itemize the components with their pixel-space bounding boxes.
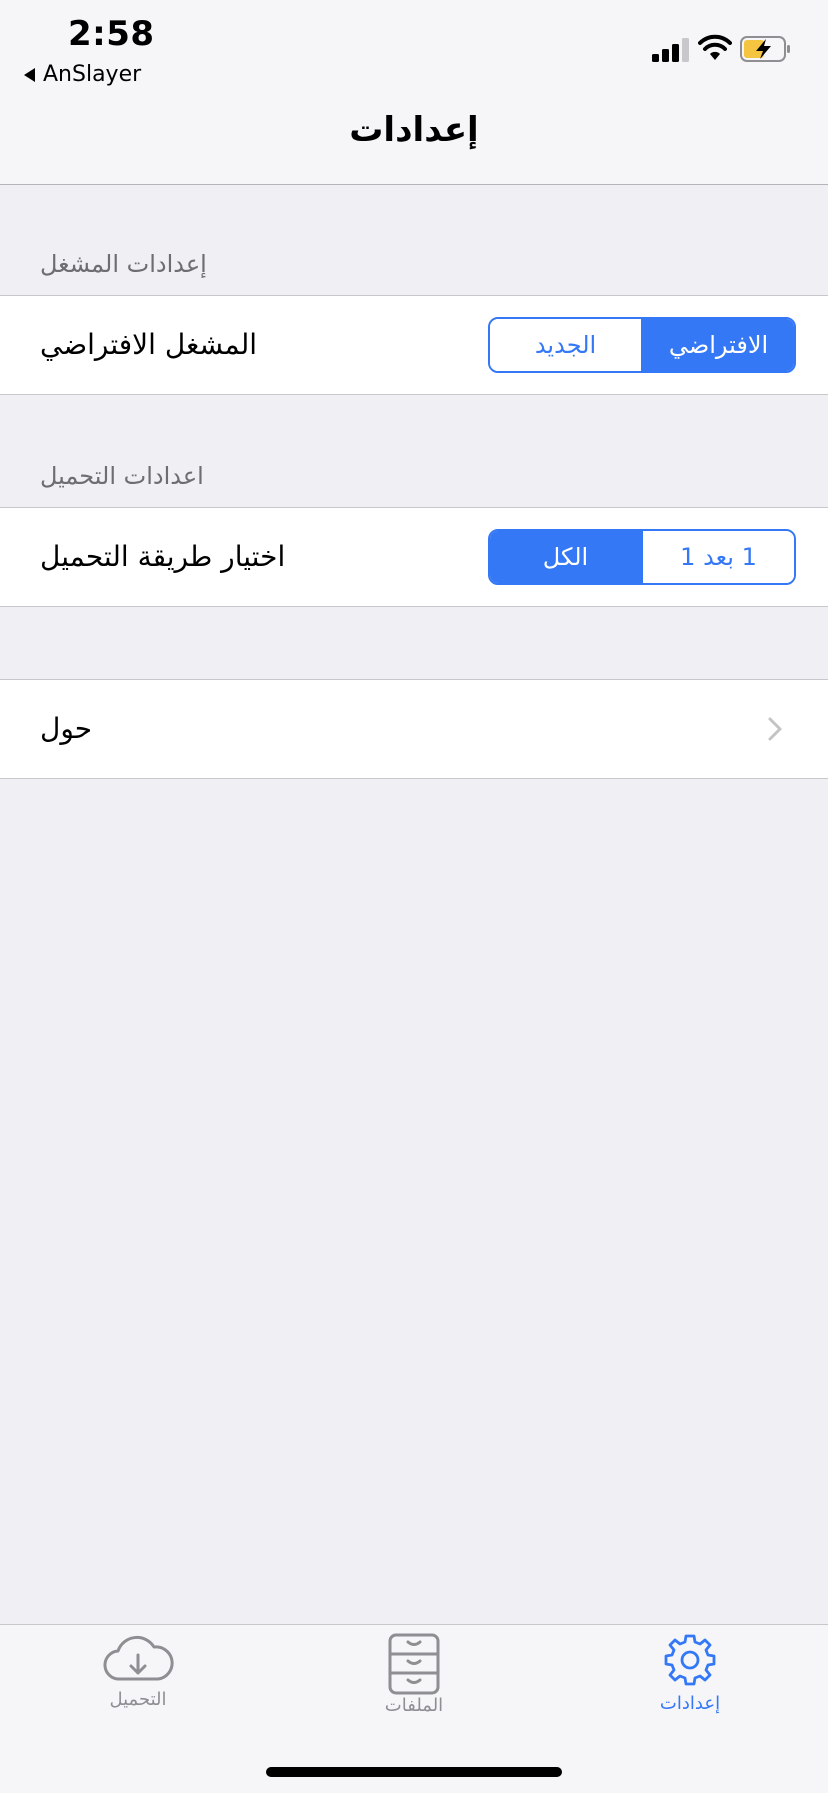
download-method-row: اختيار طريقة التحميل الكل 1 بعد 1 — [0, 507, 828, 607]
page-title: إعدادات — [349, 110, 479, 150]
battery-charging-icon — [740, 36, 790, 62]
home-indicator[interactable] — [266, 1767, 562, 1777]
about-row[interactable]: حول — [0, 679, 828, 779]
segment-download-all[interactable]: الكل — [490, 531, 641, 583]
cloud-download-icon — [103, 1635, 174, 1681]
player-segmented-control: الجديد الافتراضي — [488, 317, 796, 373]
download-method-label: اختيار طريقة التحميل — [40, 540, 286, 573]
wifi-icon — [698, 34, 732, 60]
segment-new-player[interactable]: الجديد — [490, 319, 641, 371]
tab-download-label: التحميل — [109, 1689, 167, 1710]
download-segmented-control: الكل 1 بعد 1 — [488, 529, 796, 585]
gear-icon — [664, 1634, 716, 1686]
cellular-signal-icon — [652, 38, 689, 62]
back-app-label: AnSlayer — [43, 62, 142, 87]
section-header-download: اعدادات التحميل — [40, 462, 204, 490]
tab-files[interactable]: الملفات — [314, 1633, 514, 1716]
tab-settings-label: إعدادات — [659, 1693, 721, 1714]
file-cabinet-icon — [388, 1633, 440, 1695]
tab-download[interactable]: التحميل — [38, 1633, 238, 1710]
back-triangle-icon — [24, 67, 35, 82]
segment-default-player[interactable]: الافتراضي — [641, 319, 794, 371]
segment-download-one-by-one[interactable]: 1 بعد 1 — [641, 531, 794, 583]
navigation-bar: إعدادات — [0, 92, 828, 185]
back-to-app-link[interactable]: AnSlayer — [24, 62, 141, 87]
tab-files-label: الملفات — [384, 1695, 444, 1716]
section-header-player: إعدادات المشغل — [40, 250, 207, 278]
chevron-right-icon — [768, 717, 782, 741]
default-player-row: المشغل الافتراضي الجديد الافتراضي — [0, 295, 828, 395]
status-bar: 2:58 AnSlayer — [0, 0, 828, 92]
about-label: حول — [40, 712, 93, 745]
tab-settings[interactable]: إعدادات — [590, 1633, 790, 1714]
default-player-label: المشغل الافتراضي — [40, 328, 258, 361]
status-time: 2:58 — [68, 14, 155, 54]
